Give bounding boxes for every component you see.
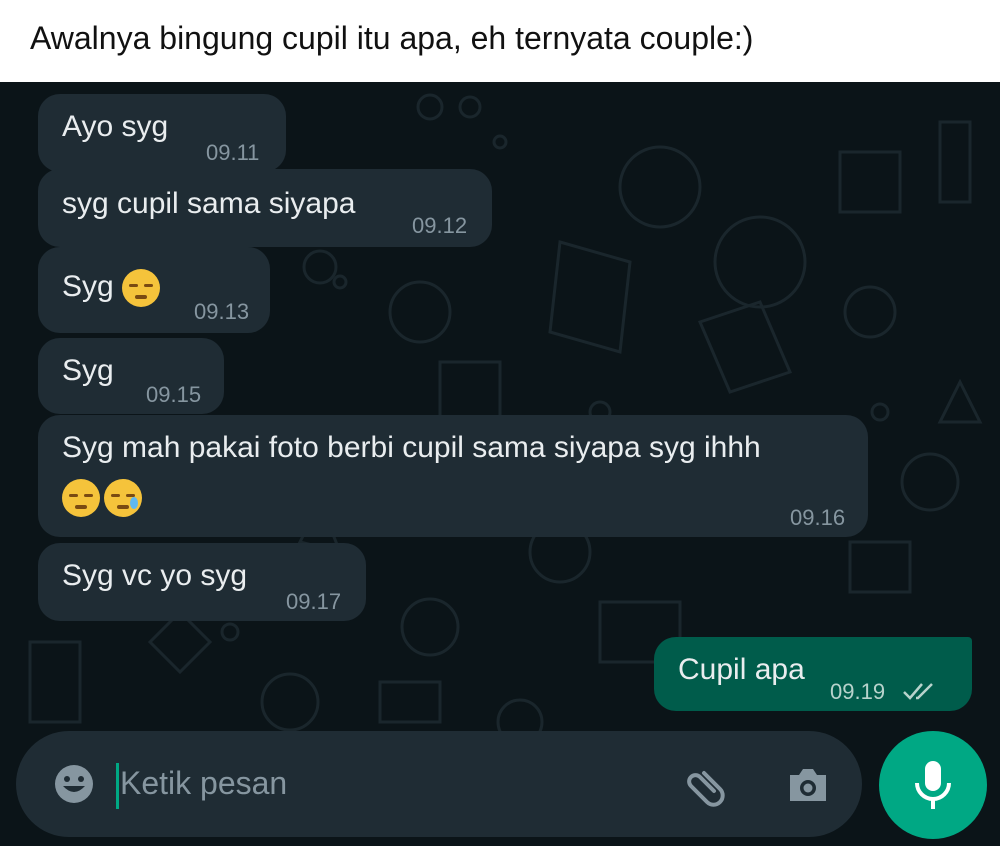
message-text: Syg vc yo syg [62,559,248,592]
post-caption: Awalnya bingung cupil itu apa, eh ternya… [0,0,1000,82]
message-text: Syg mah pakai foto berbi cupil sama siya… [62,431,761,464]
camera-icon[interactable] [784,761,832,809]
message-text: Cupil apa [678,653,805,686]
message-time: 09.19 [830,679,886,704]
message-text: Syg [62,269,161,307]
message-input[interactable]: Ketik pesan [120,765,287,802]
message-text: syg cupil sama siyapa [62,187,356,220]
message-emojis [62,479,143,517]
message-bubble-incoming[interactable]: syg cupil sama siyapa 09.12 [38,169,492,247]
message-input-bar: Ketik pesan [16,731,862,837]
message-text-content: Syg [62,269,114,303]
message-bubble-incoming[interactable]: Syg 09.15 [38,338,224,414]
message-bubble-incoming[interactable]: Ayo syg 09.11 [38,94,286,172]
message-bubble-incoming[interactable]: Syg vc yo syg 09.17 [38,543,366,621]
message-time: 09.13 [194,299,250,324]
message-bubble-incoming[interactable]: Syg 09.13 [38,247,270,333]
microphone-icon [915,761,951,809]
message-time: 09.11 [206,140,260,165]
message-text: Ayo syg [62,110,169,143]
pensive-face-icon [122,269,161,307]
crying-face-icon [104,479,143,517]
message-time: 09.16 [790,505,846,530]
message-text: Syg [62,354,114,387]
message-time: 09.12 [412,213,468,238]
message-bubble-outgoing[interactable]: Cupil apa 09.19 [654,637,972,711]
mic-button[interactable] [879,731,987,839]
message-time: 09.17 [286,589,342,614]
text-cursor [116,763,119,809]
emoji-icon[interactable] [54,764,94,804]
message-time: 09.15 [146,382,202,407]
pensive-face-icon [62,479,100,517]
double-check-icon [903,683,933,700]
message-bubble-incoming[interactable]: Syg mah pakai foto berbi cupil sama siya… [38,415,868,537]
caption-text: Awalnya bingung cupil itu apa, eh ternya… [30,20,754,56]
paperclip-icon[interactable] [680,761,728,809]
